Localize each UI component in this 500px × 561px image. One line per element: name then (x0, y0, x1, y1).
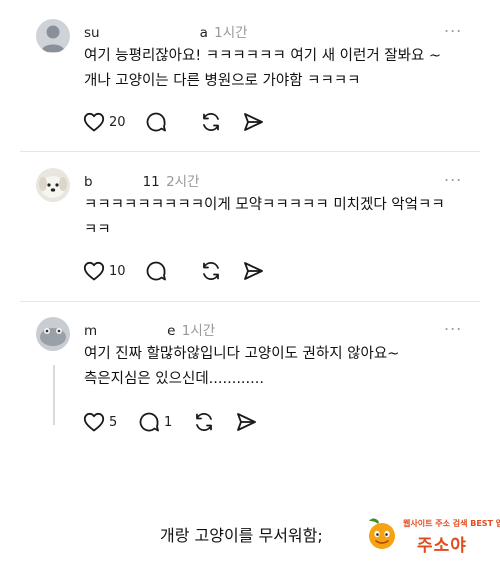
more-options-icon[interactable]: ... (444, 166, 462, 185)
username-redacted (100, 25, 200, 37)
reply-count: 1 (164, 414, 173, 430)
like-count: 20 (109, 114, 126, 130)
like-button[interactable]: 5 (82, 410, 119, 434)
username-end[interactable]: e (167, 323, 175, 339)
share-button[interactable] (234, 410, 258, 434)
post-text: ㅋㅋㅋㅋㅋㅋㅋㅋㅋ이게 모약ㅋㅋㅋㅋㅋ 미치겠다 악엌ㅋㅋ ㅋㅋ (84, 197, 445, 238)
username-end[interactable]: 11 (143, 174, 160, 190)
like-button[interactable]: 20 (82, 110, 126, 134)
logo-tagline: 웹사이트 주소 검색 BEST 업체 (403, 519, 500, 528)
reply-button[interactable]: 1 (137, 410, 174, 434)
repost-button[interactable] (192, 410, 216, 434)
username[interactable]: b (84, 174, 93, 190)
timestamp[interactable]: 2시간 (166, 174, 199, 190)
post-actions: 5 1 (82, 410, 276, 434)
reply-button[interactable] (144, 259, 181, 283)
send-icon (237, 413, 256, 431)
repost-icon (202, 113, 219, 131)
repost-button[interactable] (199, 259, 223, 283)
comment-icon (146, 261, 166, 281)
timestamp[interactable]: 1시간 (182, 323, 215, 339)
share-button[interactable] (241, 110, 265, 134)
like-count: 10 (109, 263, 126, 279)
reply-button[interactable] (144, 110, 181, 134)
more-options-icon[interactable]: ... (444, 17, 462, 36)
username-end[interactable]: a (200, 25, 208, 41)
send-icon (243, 113, 263, 131)
watermark-logo: 웹사이트 주소 검색 BEST 업체 주소야 (365, 514, 500, 556)
repost-icon (196, 413, 212, 431)
heart-icon (83, 261, 105, 281)
repost-button[interactable] (199, 110, 223, 134)
avatar[interactable] (36, 19, 70, 53)
username[interactable]: su (84, 25, 100, 41)
avatar[interactable] (36, 168, 70, 202)
caption-text: 개랑 고양이를 무서워함; (160, 526, 323, 545)
orange-mascot-icon (369, 518, 395, 549)
post-text: 여기 진짜 할많하않입니다 고양이도 권하지 않아요~ 측은지심은 있으신데..… (84, 346, 400, 387)
avatar[interactable] (36, 317, 70, 351)
post-header: b 11 2시간 (84, 170, 200, 190)
post-header: su a 1시간 (84, 21, 248, 41)
thread-line (53, 365, 55, 425)
timestamp[interactable]: 1시간 (214, 25, 247, 41)
post-text: 여기 능평리잖아요! ㅋㅋㅋㅋㅋㅋ 여기 새 이런거 잘봐요 ~ 개나 고양이는… (84, 48, 442, 89)
comment-icon (139, 412, 159, 432)
username[interactable]: m (84, 323, 97, 339)
username-redacted (93, 174, 143, 186)
divider (20, 301, 480, 302)
heart-icon (83, 412, 105, 432)
comment-icon (146, 112, 166, 132)
send-icon (243, 262, 263, 280)
logo-brand: 주소야 (417, 536, 467, 556)
like-count: 5 (109, 414, 118, 430)
like-button[interactable]: 10 (82, 259, 126, 283)
more-options-icon[interactable]: ... (444, 315, 462, 334)
share-button[interactable] (241, 259, 265, 283)
post-actions: 10 (82, 259, 283, 283)
post-header: m e 1시간 (84, 319, 215, 339)
heart-icon (83, 112, 105, 132)
repost-icon (202, 262, 219, 280)
username-redacted (97, 323, 167, 335)
post-actions: 20 (82, 110, 283, 134)
divider (20, 151, 480, 152)
